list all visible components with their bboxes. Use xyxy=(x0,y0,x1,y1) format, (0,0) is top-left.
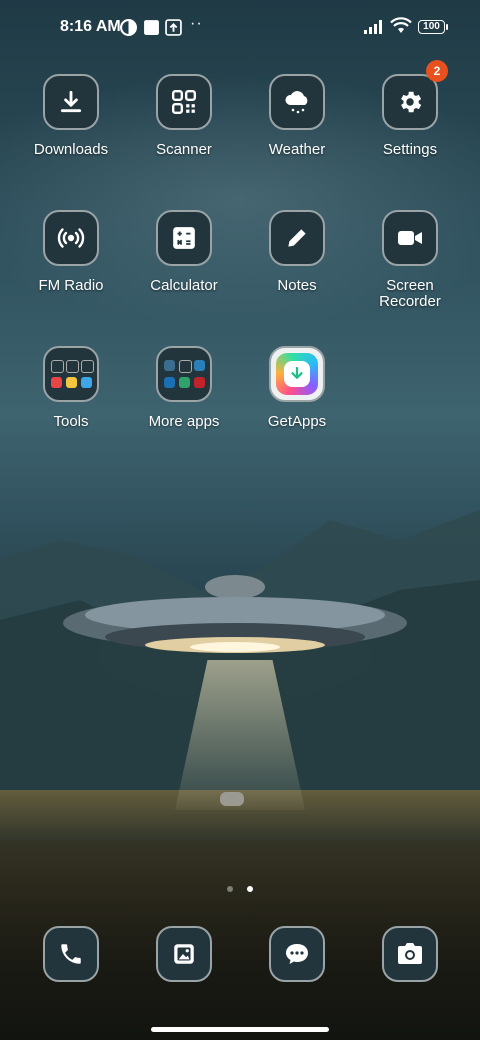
page-indicator[interactable] xyxy=(0,879,480,897)
messages-icon xyxy=(286,944,308,964)
gear-icon xyxy=(401,91,422,113)
more-notifications-icon: ·· xyxy=(190,15,203,32)
app-scanner[interactable]: Scanner xyxy=(128,74,240,158)
notes-tile[interactable] xyxy=(269,210,325,266)
calculator-icon xyxy=(173,227,195,249)
gallery-tile[interactable] xyxy=(156,926,212,982)
gallery-icon xyxy=(174,944,194,964)
upload-notification-icon xyxy=(165,19,182,36)
app-settings[interactable]: 2 Settings xyxy=(354,60,466,158)
getapps-tile[interactable] xyxy=(269,346,325,402)
more-apps-folder-tile[interactable] xyxy=(156,346,212,402)
downloads-tile[interactable] xyxy=(43,74,99,130)
app-label: Screen Recorder xyxy=(379,277,441,310)
pencil-icon xyxy=(288,229,306,247)
video-camera-icon xyxy=(398,231,422,245)
battery-indicator: 100 xyxy=(418,20,448,34)
page-dot-active[interactable] xyxy=(247,886,254,892)
folder-icon xyxy=(160,356,209,392)
wallpaper-field xyxy=(0,790,480,1040)
app-label: Settings xyxy=(382,141,438,158)
notification-badge: 2 xyxy=(426,60,448,82)
app-getapps[interactable]: GetApps xyxy=(241,346,353,430)
app-weather[interactable]: Weather xyxy=(241,74,353,158)
phone-tile[interactable] xyxy=(43,926,99,982)
app-label: GetApps xyxy=(267,413,327,430)
signal-icon xyxy=(364,20,382,34)
app-screen-recorder[interactable]: Screen Recorder xyxy=(354,210,466,310)
download-arrow-icon xyxy=(291,366,303,379)
app-label: More apps xyxy=(148,413,220,430)
dock-gallery[interactable] xyxy=(128,926,240,982)
tools-folder-tile[interactable] xyxy=(43,346,99,402)
app-notes[interactable]: Notes xyxy=(241,210,353,294)
dock-camera[interactable] xyxy=(354,926,466,982)
folder-icon xyxy=(47,356,96,392)
wallpaper-object xyxy=(220,792,244,806)
page-dot[interactable] xyxy=(226,886,233,892)
folder-more-apps[interactable]: More apps xyxy=(128,346,240,430)
wallpaper-ufo xyxy=(63,575,407,653)
app-calculator[interactable]: Calculator xyxy=(128,210,240,294)
data-saver-icon xyxy=(120,19,137,36)
weather-cloud-icon xyxy=(285,91,308,114)
folder-tools[interactable]: Tools xyxy=(15,346,127,430)
app-label: FM Radio xyxy=(38,277,104,294)
camera-tile[interactable] xyxy=(382,926,438,982)
home-gesture-bar[interactable] xyxy=(151,1027,329,1032)
calculator-tile[interactable] xyxy=(156,210,212,266)
status-bar: 8:16 AM ·· 100 xyxy=(0,0,480,56)
download-icon xyxy=(60,90,82,113)
app-label: Notes xyxy=(277,277,317,294)
phone-icon xyxy=(61,944,81,964)
weather-tile[interactable] xyxy=(269,74,325,130)
scanner-tile[interactable] xyxy=(156,74,212,130)
square-notification-icon xyxy=(144,20,159,35)
getapps-icon xyxy=(276,353,318,395)
wifi-icon xyxy=(390,17,412,33)
app-label: Weather xyxy=(268,141,326,158)
status-time: 8:16 AM xyxy=(60,18,121,35)
camera-icon xyxy=(398,943,422,964)
app-label: Scanner xyxy=(156,141,212,158)
app-downloads[interactable]: Downloads xyxy=(15,74,127,158)
qr-scanner-icon xyxy=(171,89,197,115)
screen-recorder-tile[interactable] xyxy=(382,210,438,266)
fm-radio-tile[interactable] xyxy=(43,210,99,266)
app-label: Calculator xyxy=(150,277,218,294)
radio-icon xyxy=(57,228,85,248)
dock-messages[interactable] xyxy=(241,926,353,982)
app-fm-radio[interactable]: FM Radio xyxy=(15,210,127,294)
app-label: Downloads xyxy=(33,141,109,158)
messages-tile[interactable] xyxy=(269,926,325,982)
settings-tile[interactable]: 2 xyxy=(382,60,448,130)
app-label: Tools xyxy=(53,413,89,430)
dock-phone[interactable] xyxy=(15,926,127,982)
